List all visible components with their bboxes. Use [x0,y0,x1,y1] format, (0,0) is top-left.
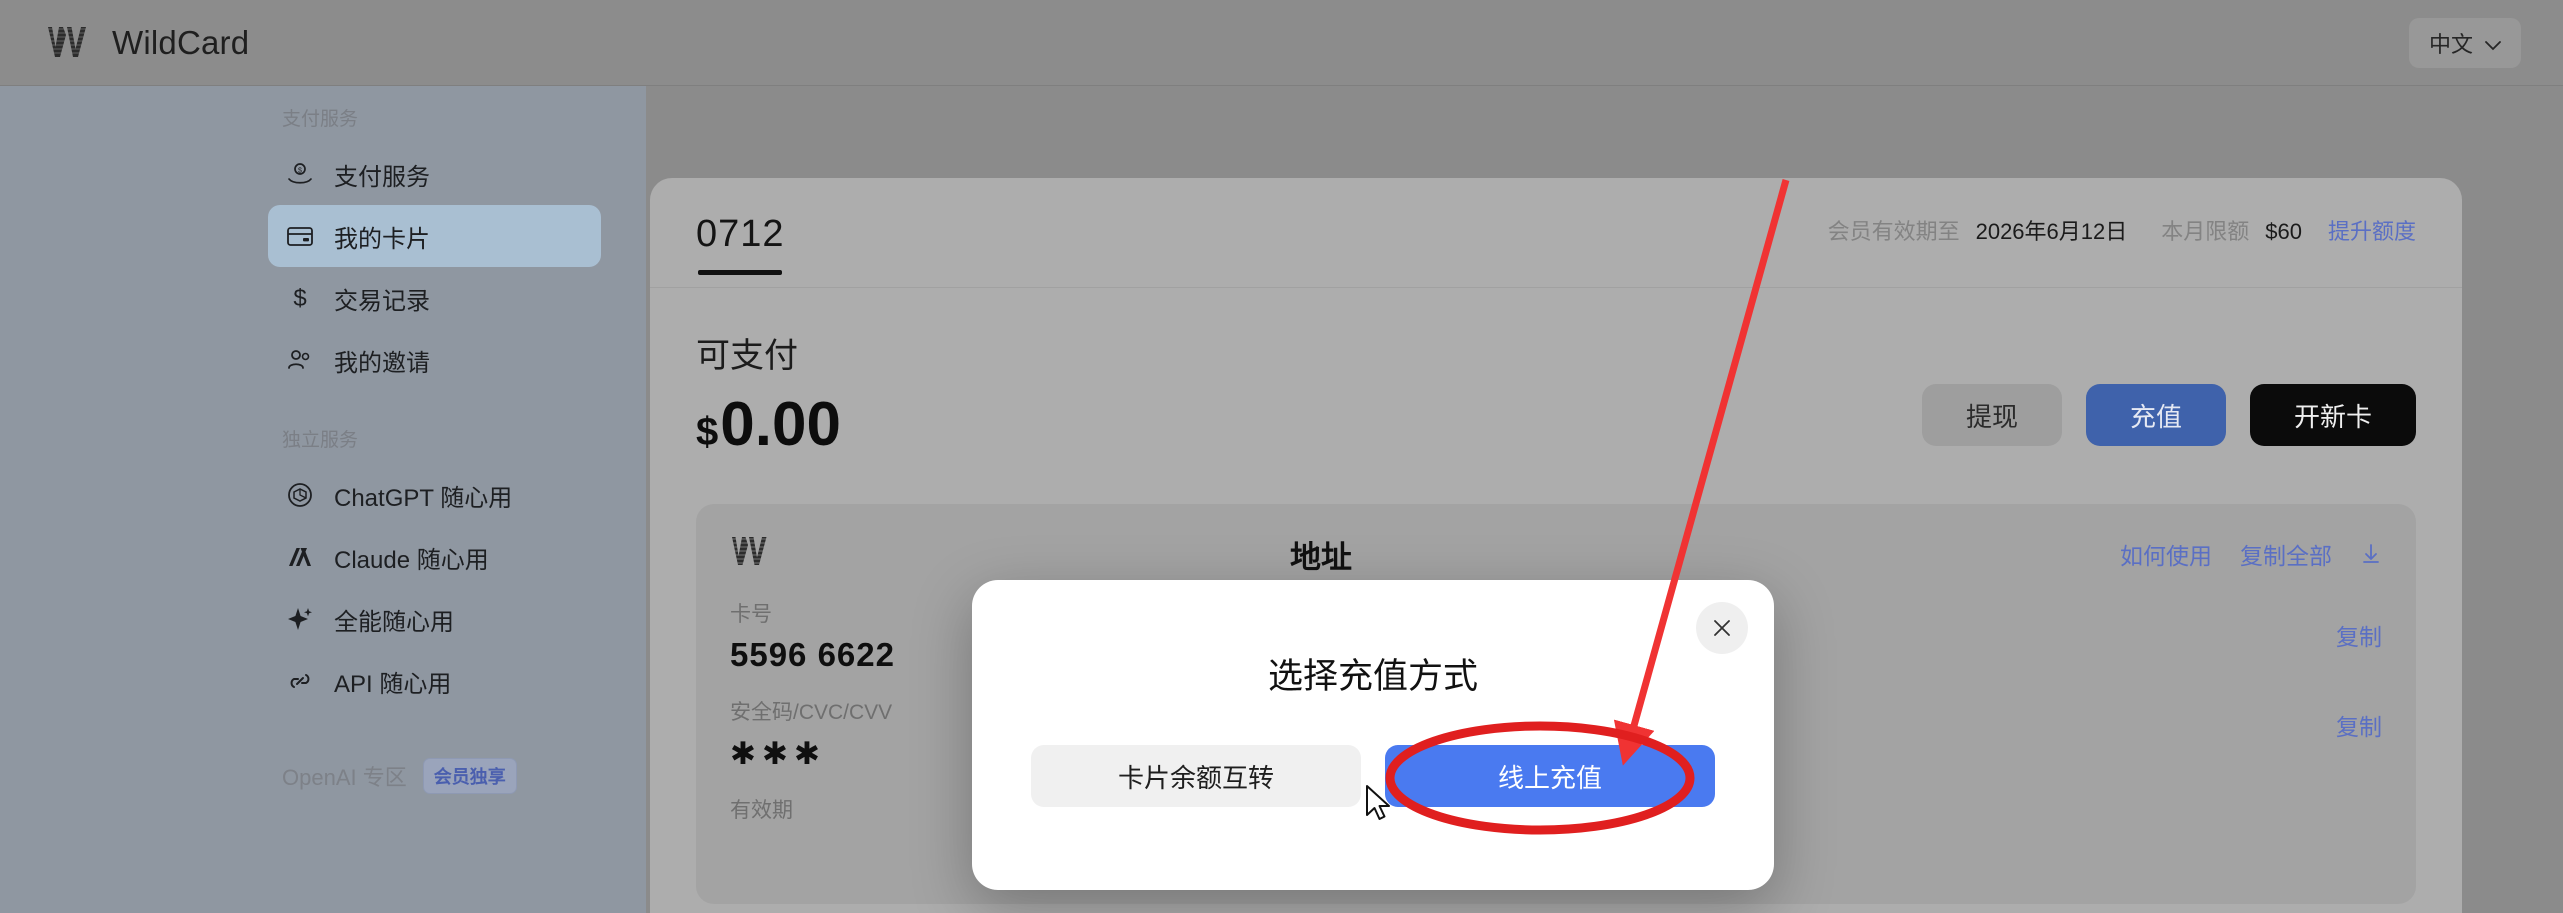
sidebar-item-label: 我的邀请 [334,349,430,377]
copy-address-line1-link[interactable]: 复制 [2336,618,2382,652]
users-icon [286,346,314,374]
anthropic-icon [286,543,314,571]
membership-valid-value: 2026年6月12日 [1975,218,2128,244]
sidebar-item-label: 交易记录 [334,287,430,315]
credit-card-icon [286,222,314,250]
sidebar-item-payment-service[interactable]: $ 支付服务 [268,143,601,205]
members-only-badge: 会员独享 [422,758,517,794]
tab-card-0712[interactable]: 0712 [696,191,785,275]
recharge-method-modal: 选择充值方式 卡片余额互转 线上充值 [972,580,1774,890]
api-link-icon [286,667,314,695]
sidebar-item-label: 全能随心用 [334,608,454,636]
chevron-down-icon [2485,38,2501,51]
monthly-limit-label: 本月限额 [2161,218,2250,244]
sidebar-item-my-cards[interactable]: 我的卡片 [268,205,601,267]
sidebar-item-claude[interactable]: Claude 随心用 [268,526,601,588]
balance-value: 0.00 [720,390,841,459]
card-balance-transfer-button[interactable]: 卡片余额互转 [1031,745,1361,807]
copy-address-line2-link[interactable]: 复制 [2336,708,2382,742]
sidebar-footer-label: OpenAI 专区 [282,765,407,790]
download-icon[interactable] [2360,543,2382,565]
copy-all-link[interactable]: 复制全部 [2240,537,2332,571]
language-label: 中文 [2428,32,2473,57]
openai-icon [286,481,314,509]
sidebar-item-api[interactable]: API 随心用 [268,650,601,712]
language-switcher[interactable]: 中文 [2408,18,2521,68]
balance-block: 可支付 $ 0.00 [696,328,841,460]
tab-label: 0712 [696,212,785,255]
balance-row: 可支付 $ 0.00 提现 充值 开新卡 [650,288,2462,460]
address-header: 地址 如何使用 复制全部 [1290,534,2382,575]
sparkle-icon [286,605,314,633]
sidebar-item-label: 支付服务 [334,163,430,191]
address-actions: 如何使用 复制全部 [2120,537,2382,571]
membership-info: 会员有效期至 2026年6月12日 本月限额 $60 提升额度 [1828,214,2416,252]
mouse-pointer-icon [1366,785,1390,820]
address-title: 地址 [1290,539,1352,575]
sidebar-item-chatgpt[interactable]: ChatGPT 随心用 [268,464,601,526]
sidebar-footer[interactable]: OpenAI 专区 会员独享 [282,758,646,794]
dollar-icon: $ [286,284,314,312]
sidebar-item-label: 我的卡片 [334,225,430,253]
sidebar-item-label: ChatGPT 随心用 [334,484,513,512]
top-navbar: WildCard 中文 [0,0,2563,86]
how-to-use-link[interactable]: 如何使用 [2120,537,2212,571]
card-header: 0712 会员有效期至 2026年6月12日 本月限额 $60 提升额度 [650,178,2462,288]
svg-text:$: $ [293,285,306,312]
sidebar: 支付服务 $ 支付服务 我的卡片 $ 交易记录 我的邀请 独立服务 ChatGP… [0,86,646,913]
sidebar-item-all-in-one[interactable]: 全能随心用 [268,588,601,650]
brand-name: WildCard [112,23,250,61]
svg-text:$: $ [298,168,302,175]
wildcard-w-logo-icon [730,534,770,570]
recharge-button[interactable]: 充值 [2085,384,2226,446]
balance-amount: $ 0.00 [696,389,841,460]
withdraw-button[interactable]: 提现 [1921,384,2062,446]
close-icon [1712,618,1732,638]
balance-label: 可支付 [696,337,798,375]
close-modal-button[interactable] [1696,602,1748,654]
online-recharge-button[interactable]: 线上充值 [1385,745,1715,807]
sidebar-item-label: API 随心用 [334,670,452,698]
new-card-button[interactable]: 开新卡 [2249,384,2416,446]
wildcard-w-logo-icon [46,23,90,63]
membership-valid-label: 会员有效期至 [1827,218,1960,244]
sidebar-item-transactions[interactable]: $ 交易记录 [268,267,601,329]
card-action-buttons: 提现 充值 开新卡 [1921,384,2416,460]
balance-currency: $ [696,410,719,454]
sidebar-item-label: Claude 随心用 [334,546,489,574]
hand-coin-icon: $ [286,160,314,188]
monthly-limit-value: $60 [2265,218,2302,244]
tab-active-underline [698,269,783,275]
modal-title: 选择充值方式 [1267,657,1478,696]
sidebar-group-label-payment: 支付服务 [282,109,359,130]
brand[interactable]: WildCard [0,23,249,63]
upgrade-limit-link[interactable]: 提升额度 [2328,214,2416,246]
sidebar-item-my-invites[interactable]: 我的邀请 [268,329,601,391]
sidebar-group-label-independent: 独立服务 [282,430,359,451]
